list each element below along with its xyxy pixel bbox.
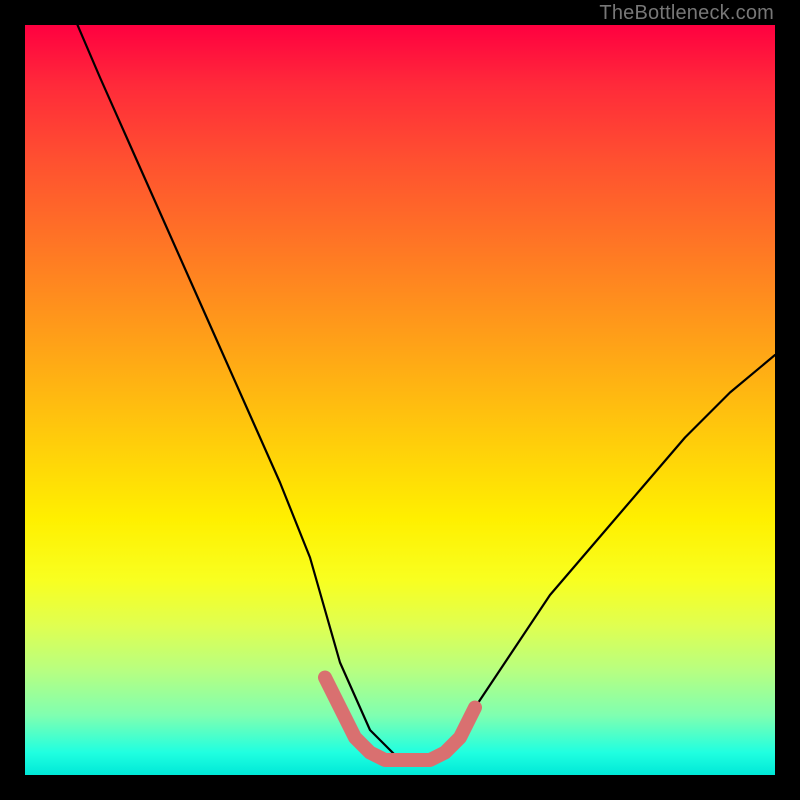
optimal-zone-line	[325, 678, 475, 761]
watermark-text: TheBottleneck.com	[599, 2, 774, 25]
chart-svg	[25, 25, 775, 775]
chart-frame: TheBottleneck.com	[0, 0, 800, 800]
bottleneck-curve-line	[78, 25, 776, 760]
